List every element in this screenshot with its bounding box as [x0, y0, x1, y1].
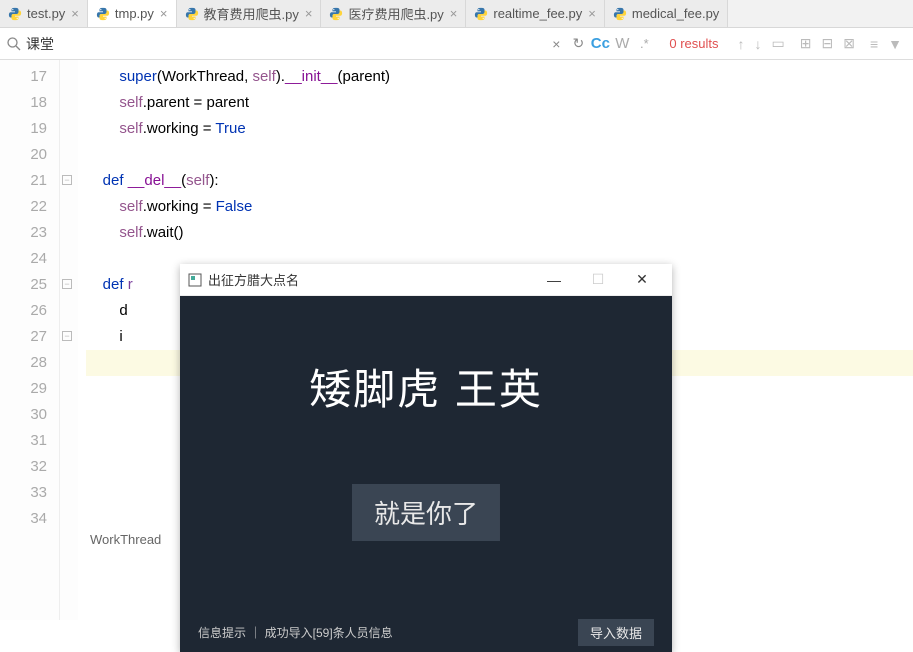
remove-selection-icon[interactable]: ⊟ [822, 35, 834, 52]
tab-label: tmp.py [115, 6, 154, 21]
clear-icon[interactable]: × [545, 36, 567, 52]
minimize-button[interactable]: — [532, 272, 576, 288]
tab-label: 教育费用爬虫.py [204, 4, 299, 23]
add-selection-icon[interactable]: ⊞ [800, 35, 812, 52]
next-match-icon[interactable]: ↓ [755, 36, 762, 52]
maximize-button[interactable]: ☐ [576, 271, 620, 288]
close-icon[interactable]: × [305, 6, 313, 21]
close-button[interactable]: ✕ [620, 271, 664, 288]
dialog-titlebar[interactable]: 出征方腊大点名 — ☐ ✕ [180, 264, 672, 296]
regex-icon[interactable]: .* [633, 36, 655, 51]
close-icon[interactable]: × [588, 6, 596, 21]
close-icon[interactable]: × [450, 6, 458, 21]
match-case-icon[interactable]: Cc [589, 35, 611, 52]
python-icon [329, 7, 343, 21]
dialog-body: 矮脚虎 王英 就是你了 信息提示 ｜ 成功导入[59]条人员信息 导入数据 [180, 296, 672, 652]
tab-realtime[interactable]: realtime_fee.py × [466, 0, 604, 27]
confirm-button[interactable]: 就是你了 [352, 484, 500, 541]
fold-icon[interactable]: − [62, 175, 72, 185]
tab-tmp[interactable]: tmp.py × [88, 0, 177, 27]
import-button[interactable]: 导入数据 [578, 619, 654, 646]
fold-column: − − − [60, 60, 78, 620]
prev-match-icon[interactable]: ↑ [738, 36, 745, 52]
python-icon [185, 7, 199, 21]
find-bar: × ↻ Cc W .* 0 results ↑ ↓ ▭ ⊞ ⊟ ⊠ ≡ ▼ [0, 28, 913, 60]
line-gutter: 17 18 19 20 21 22 23 24 25 26 27 28 29 3… [0, 60, 60, 620]
status-text: 信息提示 ｜ 成功导入[59]条人员信息 [198, 624, 578, 641]
python-icon [613, 7, 627, 21]
select-all-icon[interactable]: ▭ [772, 35, 785, 52]
selected-name: 矮脚虎 王英 [180, 356, 672, 417]
fold-icon[interactable]: − [62, 331, 72, 341]
results-count: 0 results [669, 36, 718, 51]
close-icon[interactable]: × [160, 6, 168, 21]
tab-medical[interactable]: 医疗费用爬虫.py × [321, 0, 466, 27]
search-input[interactable] [26, 36, 306, 52]
filter-icon[interactable]: ▼ [888, 36, 902, 52]
python-icon [96, 7, 110, 21]
app-icon [188, 273, 202, 287]
tab-label: 医疗费用爬虫.py [348, 4, 443, 23]
whole-word-icon[interactable]: W [611, 35, 633, 52]
search-icon [6, 36, 22, 52]
roll-call-dialog: 出征方腊大点名 — ☐ ✕ 矮脚虎 王英 就是你了 信息提示 ｜ 成功导入[59… [180, 264, 672, 652]
fold-icon[interactable]: − [62, 279, 72, 289]
close-icon[interactable]: × [71, 6, 79, 21]
python-icon [8, 7, 22, 21]
dialog-footer: 信息提示 ｜ 成功导入[59]条人员信息 导入数据 [180, 612, 672, 652]
tab-edu[interactable]: 教育费用爬虫.py × [177, 0, 322, 27]
tab-medicalfee[interactable]: medical_fee.py [605, 0, 728, 27]
exclude-icon[interactable]: ⊠ [843, 35, 855, 52]
breadcrumb[interactable]: WorkThread [90, 532, 161, 547]
python-icon [474, 7, 488, 21]
history-icon[interactable]: ↻ [567, 35, 589, 52]
tab-label: medical_fee.py [632, 6, 719, 21]
tab-test[interactable]: test.py × [0, 0, 88, 27]
tab-label: realtime_fee.py [493, 6, 582, 21]
tab-label: test.py [27, 6, 65, 21]
editor-tabs: test.py × tmp.py × 教育费用爬虫.py × 医疗费用爬虫.py… [0, 0, 913, 28]
settings-icon[interactable]: ≡ [870, 36, 878, 52]
dialog-title: 出征方腊大点名 [208, 270, 532, 289]
